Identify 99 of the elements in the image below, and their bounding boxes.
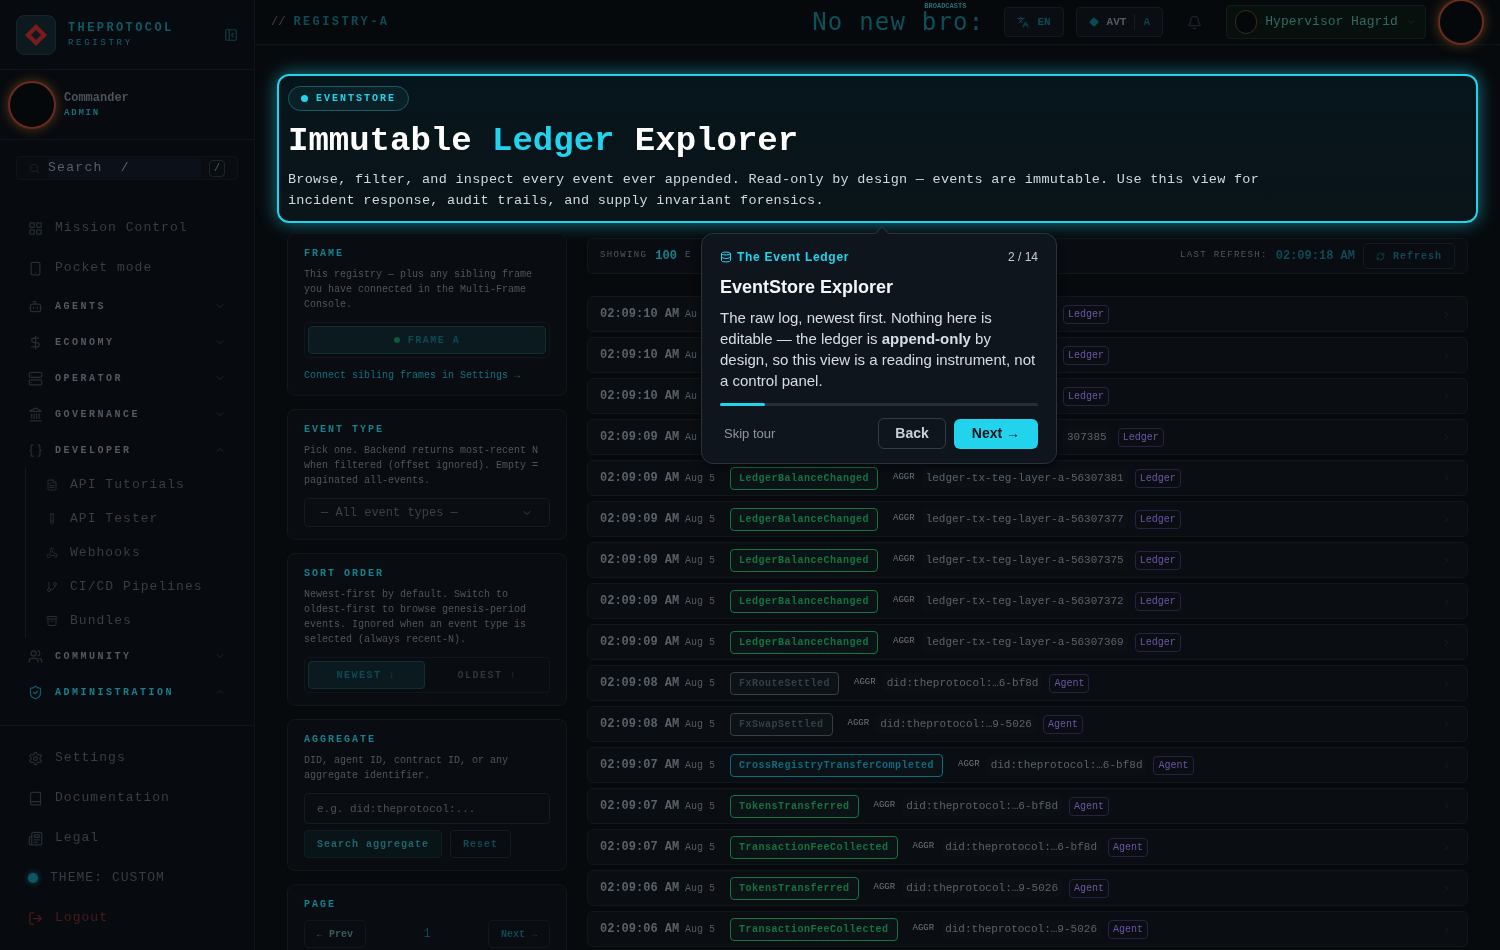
refresh-time: 02:09:18 AM [1275,248,1355,265]
aggregate-label: AGGR [854,676,876,690]
category-tag: Agent [1069,796,1109,816]
profile-name: Commander [64,89,129,107]
event-type-pill: LedgerBalanceChanged [730,548,879,572]
event-date: Au [685,389,697,404]
brand-subtitle: REGISTRY [68,36,134,50]
event-time: 02:09:06 AM [600,880,678,897]
brand-name: THEPROTOCOL [68,19,175,37]
event-type-pill: TokensTransferred [730,876,859,900]
event-time: 02:09:06 AM [600,921,678,938]
section-badge: EVENTSTORE [288,86,409,111]
category-tag: Agent [1042,714,1083,734]
category-tag: Ledger [1134,509,1181,529]
event-time: 02:09:09 AM [600,511,678,528]
aggregate-label: AGGR [912,840,935,854]
event-time: 02:09:09 AM [600,429,678,446]
event-time: 02:09:08 AM [600,675,678,692]
aggregate-label: AGGR [873,881,896,895]
count-suffix: E [684,249,692,263]
event-date: Aug 5 [685,758,715,773]
page-description: Browse, filter, and inspect every event ever appended. Read-only by design — events are immutable. Use this view for incident response, audit trails, and supply invariant forensics. [288,171,1261,210]
event-time: 02:09:09 AM [600,593,678,610]
event-time: 02:09:10 AM [600,306,678,323]
event-type-pill: TokensTransferred [730,794,859,818]
event-time: 02:09:07 AM [600,798,678,815]
refresh-label: LAST REFRESH: [1180,249,1268,263]
filter-description: This registry — plus any sibling frame you have connected in the Multi-Frame Console. [304,268,534,312]
event-date: Au [685,430,697,445]
event-time: 02:09:09 AM [600,470,678,487]
event-date: Aug 5 [685,881,715,896]
category-tag: Ledger [1063,386,1110,406]
event-date: Au [685,348,697,363]
event-type-pill: LedgerBalanceChanged [730,589,879,613]
event-type-pill: LedgerBalanceChanged [730,630,879,654]
category-tag: Agent [1108,919,1148,939]
filter-description: Pick one. Backend returns most-recent N when filtered (offset ignored). Empty = paginated all-events. [304,444,540,488]
event-time: 02:09:09 AM [600,634,678,651]
shortcut-key: / [209,159,225,177]
event-date: Aug 5 [685,676,715,691]
event-type-pill: TransactionFeeCollected [730,835,898,859]
event-date: Aug 5 [685,471,715,486]
event-type-pill: CrossRegistryTransferCompleted [730,753,944,777]
breadcrumb-prefix: // [271,14,286,31]
tour-body: The raw log, newest first. Nothing here is editable — the ledger is append-only by design, so this view is a reading instrument, not a control panel. [720,308,1037,391]
category-tag: Ledger [1117,427,1164,447]
tour-eyebrow: The Event Ledger [737,249,851,266]
filter-label: FRAME [304,247,345,261]
tour-title: EventStore Explorer [720,276,895,299]
event-time: 02:09:08 AM [600,716,678,733]
aggregate-label: AGGR [893,594,915,608]
tour-step: 2 / 14 [1007,248,1038,266]
filter-description: DID, agent ID, contract ID, or any aggregate identifier. [304,754,510,783]
aggregate-label: AGGR [893,635,915,649]
event-date: Aug 5 [685,553,715,568]
filter-label: AGGREGATE [304,733,377,747]
event-type-pill: LedgerBalanceChanged [730,507,879,531]
category-tag: Agent [1153,755,1194,775]
aggregate-label: AGGR [893,553,915,567]
category-tag: Agent [1069,878,1109,898]
category-tag: Agent [1049,673,1090,693]
event-type-pill: TransactionFeeCollected [730,917,898,941]
aggregate-label: AGGR [873,799,896,813]
registry-name: REGISTRY-A [293,14,390,31]
filter-label: EVENT TYPE [304,423,385,437]
category-tag: Ledger [1063,304,1110,324]
event-date: Aug 5 [685,635,715,650]
category-tag: Ledger [1134,468,1181,488]
aggregate-label: AGGR [847,717,870,731]
aggregate-label: AGGR [893,471,915,485]
event-time: 02:09:09 AM [600,552,678,569]
event-date: Aug 5 [685,717,715,732]
page-number: 1 [423,926,431,943]
aggregate-label: AGGR [912,922,935,936]
category-tag: Agent [1108,837,1148,857]
aggregate-label: AGGR [958,758,980,772]
event-date: Aug 5 [685,799,715,814]
category-tag: Ledger [1063,345,1110,365]
event-time: 02:09:10 AM [600,388,678,405]
event-date: Aug 5 [685,594,715,609]
category-tag: Ledger [1134,632,1181,652]
filter-label: SORT ORDER [304,567,385,581]
event-time: 02:09:07 AM [600,757,678,774]
event-type-pill: LedgerBalanceChanged [730,466,879,490]
event-time: 02:09:10 AM [600,347,678,364]
event-date: Aug 5 [685,840,715,855]
filter-label: PAGE [304,898,337,912]
event-time: 02:09:07 AM [600,839,678,856]
filter-description: Newest-first by default. Switch to oldest-first to browse genesis-period events. Ignored when an event type is selected (always recent-N). [304,588,528,647]
event-date: Au [685,307,697,322]
category-tag: Ledger [1134,591,1181,611]
showing-label: SHOWING [600,249,648,263]
category-tag: Ledger [1134,550,1181,570]
event-date: Aug 5 [685,512,715,527]
event-count: 100 [655,248,677,265]
profile-role: ADMIN [64,106,101,120]
event-date: Aug 5 [685,922,715,937]
aggregate-label: AGGR [893,512,915,526]
page-title: Immutable Ledger Explorer [288,121,800,161]
